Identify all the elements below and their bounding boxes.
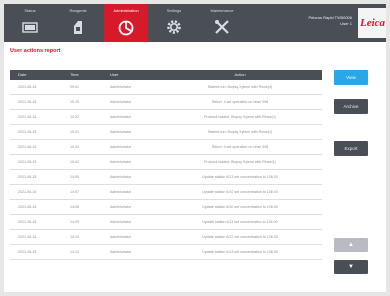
cell-date: 2021-06-15: [18, 250, 37, 254]
cell-action: Update station 6/13 set concentration to…: [202, 250, 278, 254]
administration-icon: [118, 20, 134, 36]
cell-user: Administrator: [110, 145, 132, 149]
table-row[interactable]: 2021-06-15 14:09 Administrator Update stati…: [10, 215, 322, 230]
cell-user: Administrator: [110, 160, 132, 164]
column-header-time[interactable]: Time: [70, 70, 102, 80]
logo-text: Leica: [360, 17, 386, 29]
cell-user: Administrator: [110, 220, 132, 224]
cell-time: 14:05: [70, 175, 79, 179]
cell-user: Administrator: [110, 85, 132, 89]
column-header-action[interactable]: Action: [160, 70, 320, 80]
cell-action: Protocol loaded: Biopsy Xylene with Rins…: [204, 160, 276, 164]
table-row[interactable]: 2021-06-15 10:31 Administrator Started run:…: [10, 125, 322, 140]
table-row[interactable]: 2021-06-15 14:08 Administrator Update stati…: [10, 200, 322, 215]
cell-action: Update station 6/10 set concentration to…: [202, 205, 278, 209]
table-row[interactable]: 2021-06-15 10:33 Administrator Retort: 4 se…: [10, 140, 322, 155]
cell-action: Update station 6/10 set concentration to…: [202, 190, 278, 194]
cell-time: 10:33: [70, 145, 79, 149]
app-window: Status Reagents Administration Settings: [4, 4, 386, 292]
user-actions-table: Date Time User Action 2021-06-15 09:41 Adm…: [10, 70, 322, 260]
table-row[interactable]: 2021-06-15 14:10 Administrator Update stati…: [10, 230, 322, 245]
cell-action: Retort: 4 set operation on rinse 098: [211, 100, 269, 104]
tab-label: Status: [24, 8, 36, 13]
cell-date: 2021-06-15: [18, 220, 37, 224]
cell-time: 10:22: [70, 115, 79, 119]
cell-action: Started run: Biopsy Xylene with Rinse(1): [207, 130, 273, 134]
cell-date: 2021-06-15: [18, 115, 37, 119]
archive-button[interactable]: Archive: [334, 99, 368, 114]
cell-user: Administrator: [110, 100, 132, 104]
cell-time: 14:10: [70, 235, 79, 239]
scroll-down-button[interactable]: ▼: [334, 260, 368, 274]
tab-reagents[interactable]: Reagents: [56, 4, 100, 42]
cell-user: Administrator: [110, 190, 132, 194]
cell-date: 2021-06-15: [18, 175, 37, 179]
cell-user: Administrator: [110, 130, 132, 134]
table-body: 2021-06-15 09:41 Administrator Started run:…: [10, 80, 322, 260]
tab-label: Administration: [113, 8, 139, 13]
cell-date: 2021-06-15: [18, 190, 37, 194]
cell-date: 2021-06-15: [18, 205, 37, 209]
cell-date: 2021-06-15: [18, 85, 37, 89]
top-navigation-bar: Status Reagents Administration Settings: [4, 4, 386, 42]
table-row[interactable]: 2021-06-15 10:42 Administrator Protocol loa…: [10, 155, 322, 170]
tab-status[interactable]: Status: [8, 4, 52, 42]
cell-time: 10:42: [70, 160, 79, 164]
table-row[interactable]: 2021-06-15 14:07 Administrator Update stati…: [10, 185, 322, 200]
device-info: Pelorus Rapid TW50006 User 1: [304, 15, 352, 27]
cell-user: Administrator: [110, 205, 132, 209]
column-header-user[interactable]: User: [110, 70, 160, 80]
table-row[interactable]: 2021-06-15 10:22 Administrator Protocol loa…: [10, 110, 322, 125]
cell-time: 14:08: [70, 205, 79, 209]
gear-icon: [167, 20, 181, 34]
table-header: Date Time User Action: [10, 70, 322, 80]
cell-action: Update station 6/11 set concentration to…: [202, 220, 278, 224]
cell-action: Protocol loaded: Biopsy Xylene with Rins…: [204, 115, 276, 119]
cell-user: Administrator: [110, 175, 132, 179]
page-title: User actions report: [10, 48, 61, 54]
tab-label: Settings: [166, 8, 182, 13]
cell-date: 2021-06-15: [18, 100, 37, 104]
cell-time: 14:12: [70, 250, 79, 254]
cell-date: 2021-06-15: [18, 145, 37, 149]
tab-settings[interactable]: Settings: [152, 4, 196, 42]
cell-time: 09:41: [70, 85, 79, 89]
leica-logo: Leica: [358, 8, 386, 38]
table-row[interactable]: 2021-06-15 09:41 Administrator Started run:…: [10, 80, 322, 95]
cell-time: 14:09: [70, 220, 79, 224]
table-row[interactable]: 2021-06-15 14:12 Administrator Update stati…: [10, 245, 322, 260]
cell-action: Update station 6/12 set concentration to…: [202, 235, 278, 239]
tab-maintenance[interactable]: Maintenance: [200, 4, 244, 42]
export-button[interactable]: Export: [334, 141, 368, 156]
tab-label: Maintenance: [210, 8, 234, 13]
cell-action: Started run: Biopsy Xylene with Rinse(4): [207, 85, 273, 89]
scroll-up-button[interactable]: ▲: [334, 238, 368, 252]
column-header-date[interactable]: Date: [18, 70, 66, 80]
cell-time: 10:15: [70, 100, 79, 104]
cell-user: Administrator: [110, 235, 132, 239]
cell-time: 14:07: [70, 190, 79, 194]
trays-icon: [22, 22, 38, 33]
table-row[interactable]: 2021-06-15 14:05 Administrator Update stati…: [10, 170, 322, 185]
tab-label: Reagents: [69, 8, 87, 13]
cell-user: Administrator: [110, 250, 132, 254]
table-row[interactable]: 2021-06-15 10:15 Administrator Retort: 4 se…: [10, 95, 322, 110]
view-button[interactable]: View: [334, 70, 368, 85]
cell-user: Administrator: [110, 115, 132, 119]
cell-action: Retort: 4 set operation on rinse 098: [211, 145, 269, 149]
cell-action: Update station 6/13 set concentration to…: [202, 175, 278, 179]
reagent-bottle-icon: [74, 21, 82, 34]
wrench-screwdriver-icon: [215, 20, 229, 34]
tab-administration[interactable]: Administration: [104, 4, 148, 42]
current-user[interactable]: User 1: [304, 21, 352, 27]
cell-date: 2021-06-15: [18, 130, 37, 134]
cell-date: 2021-06-15: [18, 235, 37, 239]
cell-date: 2021-06-15: [18, 160, 37, 164]
cell-time: 10:31: [70, 130, 79, 134]
